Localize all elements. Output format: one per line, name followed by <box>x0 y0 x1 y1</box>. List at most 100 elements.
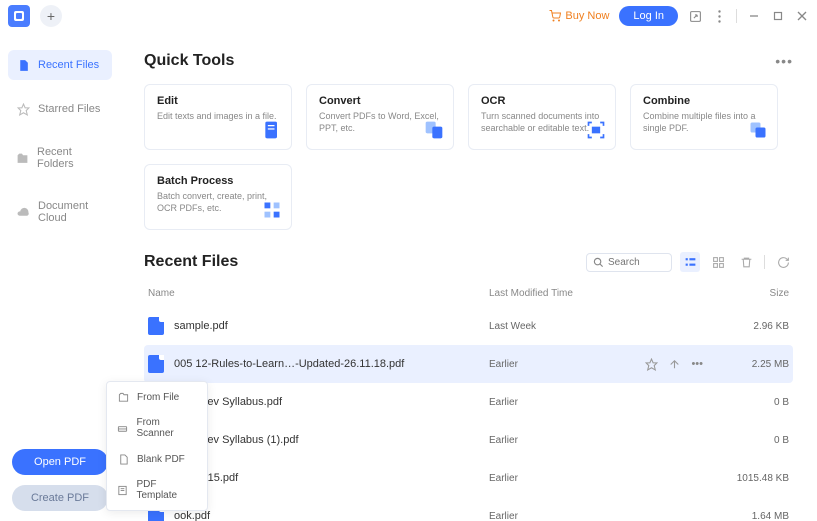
menu-item-label: From File <box>137 392 179 403</box>
header-name: Name <box>148 288 489 299</box>
convert-tool-icon <box>423 119 445 141</box>
more-icon[interactable]: ••• <box>691 358 703 371</box>
sidebar-item-recent-files[interactable]: Recent Files <box>8 50 112 80</box>
file-row[interactable]: sample.pdfLast Week2.96 KB <box>144 307 793 345</box>
tool-card-batch[interactable]: Batch Process Batch convert, create, pri… <box>144 164 292 230</box>
file-list: sample.pdfLast Week2.96 KB 005 12-Rules-t… <box>144 307 793 521</box>
template-icon <box>117 484 128 496</box>
file-name: 005 12-Rules-to-Learn…-Updated-26.11.18.… <box>174 358 489 370</box>
list-view-button[interactable] <box>680 252 700 272</box>
file-name: Web Dev Syllabus.pdf <box>174 396 489 408</box>
file-row[interactable]: ook.pdfEarlier1.64 MB <box>144 497 793 521</box>
file-row[interactable]: ument 15.pdfEarlier1015.48 KB <box>144 459 793 497</box>
folder-icon <box>16 151 29 165</box>
document-icon <box>16 58 30 72</box>
app-logo <box>8 5 30 27</box>
quick-tools-grid: Edit Edit texts and images in a file. Co… <box>144 84 793 230</box>
file-row[interactable]: Web Dev Syllabus.pdfEarlier0 B <box>144 383 793 421</box>
file-row[interactable]: Web Dev Syllabus (1).pdfEarlier0 B <box>144 421 793 459</box>
buy-now-link[interactable]: Buy Now <box>549 10 609 22</box>
sidebar: Recent Files Starred Files Recent Folder… <box>0 32 120 521</box>
grid-view-button[interactable] <box>708 252 728 272</box>
header-modified: Last Modified Time <box>489 288 709 299</box>
create-pdf-button[interactable]: Create PDF <box>12 485 108 511</box>
sidebar-item-document-cloud[interactable]: Document Cloud <box>8 192 112 232</box>
menu-item-pdf-template[interactable]: PDF Template <box>107 472 207 508</box>
batch-tool-icon <box>261 199 283 221</box>
new-tab-button[interactable]: + <box>40 5 62 27</box>
cloud-icon <box>16 205 30 219</box>
menu-item-label: Blank PDF <box>137 454 185 465</box>
file-size: 1015.48 KB <box>709 473 789 484</box>
file-size: 2.25 MB <box>709 359 789 370</box>
row-actions: ••• <box>645 358 703 371</box>
refresh-button[interactable] <box>773 252 793 272</box>
upload-icon[interactable] <box>668 358 681 371</box>
menu-item-from-scanner[interactable]: From Scanner <box>107 410 207 446</box>
tool-card-combine[interactable]: Combine Combine multiple files into a si… <box>630 84 778 150</box>
header-size: Size <box>709 288 789 299</box>
close-button[interactable] <box>795 9 809 23</box>
pdf-file-icon <box>148 317 164 335</box>
more-icon[interactable]: ••• <box>775 53 793 69</box>
menu-item-from-file[interactable]: From File <box>107 384 207 410</box>
file-modified: Earlier <box>489 511 709 521</box>
open-pdf-button[interactable]: Open PDF <box>12 449 108 475</box>
file-modified: Earlier <box>489 435 709 446</box>
menu-item-label: From Scanner <box>136 417 197 439</box>
sidebar-item-label: Starred Files <box>38 103 100 115</box>
file-row[interactable]: 005 12-Rules-to-Learn…-Updated-26.11.18.… <box>144 345 793 383</box>
separator <box>736 9 737 23</box>
menu-item-blank-pdf[interactable]: Blank PDF <box>107 446 207 472</box>
file-name: sample.pdf <box>174 320 489 332</box>
tool-card-ocr[interactable]: OCR Turn scanned documents into searchab… <box>468 84 616 150</box>
create-pdf-menu: From File From Scanner Blank PDF PDF Tem… <box>106 381 208 511</box>
main-content: Quick Tools ••• Edit Edit texts and imag… <box>120 32 817 521</box>
recent-files-title: Recent Files <box>144 253 238 271</box>
file-name: ook.pdf <box>174 510 489 521</box>
search-box[interactable] <box>586 253 672 272</box>
sidebar-item-starred-files[interactable]: Starred Files <box>8 94 112 124</box>
file-name: Web Dev Syllabus (1).pdf <box>174 434 489 446</box>
buy-now-label: Buy Now <box>565 10 609 22</box>
separator <box>764 255 765 269</box>
file-modified: Earlier <box>489 397 709 408</box>
folder-outline-icon <box>117 391 129 403</box>
kebab-icon[interactable] <box>712 9 726 23</box>
combine-tool-icon <box>747 119 769 141</box>
tool-card-convert[interactable]: Convert Convert PDFs to Word, Excel, PPT… <box>306 84 454 150</box>
login-button[interactable]: Log In <box>619 6 678 26</box>
file-name: ument 15.pdf <box>174 472 489 484</box>
file-modified: Last Week <box>489 321 709 332</box>
titlebar: + Buy Now Log In <box>0 0 817 32</box>
delete-button[interactable] <box>736 252 756 272</box>
search-input[interactable] <box>608 257 665 268</box>
tool-card-edit[interactable]: Edit Edit texts and images in a file. <box>144 84 292 150</box>
tool-title: Convert <box>319 95 441 107</box>
sidebar-item-label: Document Cloud <box>38 200 104 224</box>
star-icon <box>16 102 30 116</box>
tool-title: Batch Process <box>157 175 279 187</box>
menu-item-label: PDF Template <box>136 479 197 501</box>
tool-title: OCR <box>481 95 603 107</box>
maximize-button[interactable] <box>771 9 785 23</box>
sidebar-item-label: Recent Folders <box>37 146 104 170</box>
minimize-button[interactable] <box>747 9 761 23</box>
tool-title: Edit <box>157 95 279 107</box>
file-size: 0 B <box>709 397 789 408</box>
scanner-icon <box>117 422 128 434</box>
pdf-file-icon <box>148 355 164 373</box>
ocr-tool-icon <box>585 119 607 141</box>
sidebar-item-label: Recent Files <box>38 59 99 71</box>
share-icon[interactable] <box>688 9 702 23</box>
quick-tools-title: Quick Tools <box>144 52 234 70</box>
star-icon[interactable] <box>645 358 658 371</box>
search-icon <box>593 257 604 268</box>
blank-page-icon <box>117 453 129 465</box>
tab-bar: + <box>40 5 549 27</box>
edit-tool-icon <box>261 119 283 141</box>
sidebar-item-recent-folders[interactable]: Recent Folders <box>8 138 112 178</box>
table-header: Name Last Modified Time Size <box>144 280 793 307</box>
tool-title: Combine <box>643 95 765 107</box>
file-modified: Earlier <box>489 473 709 484</box>
